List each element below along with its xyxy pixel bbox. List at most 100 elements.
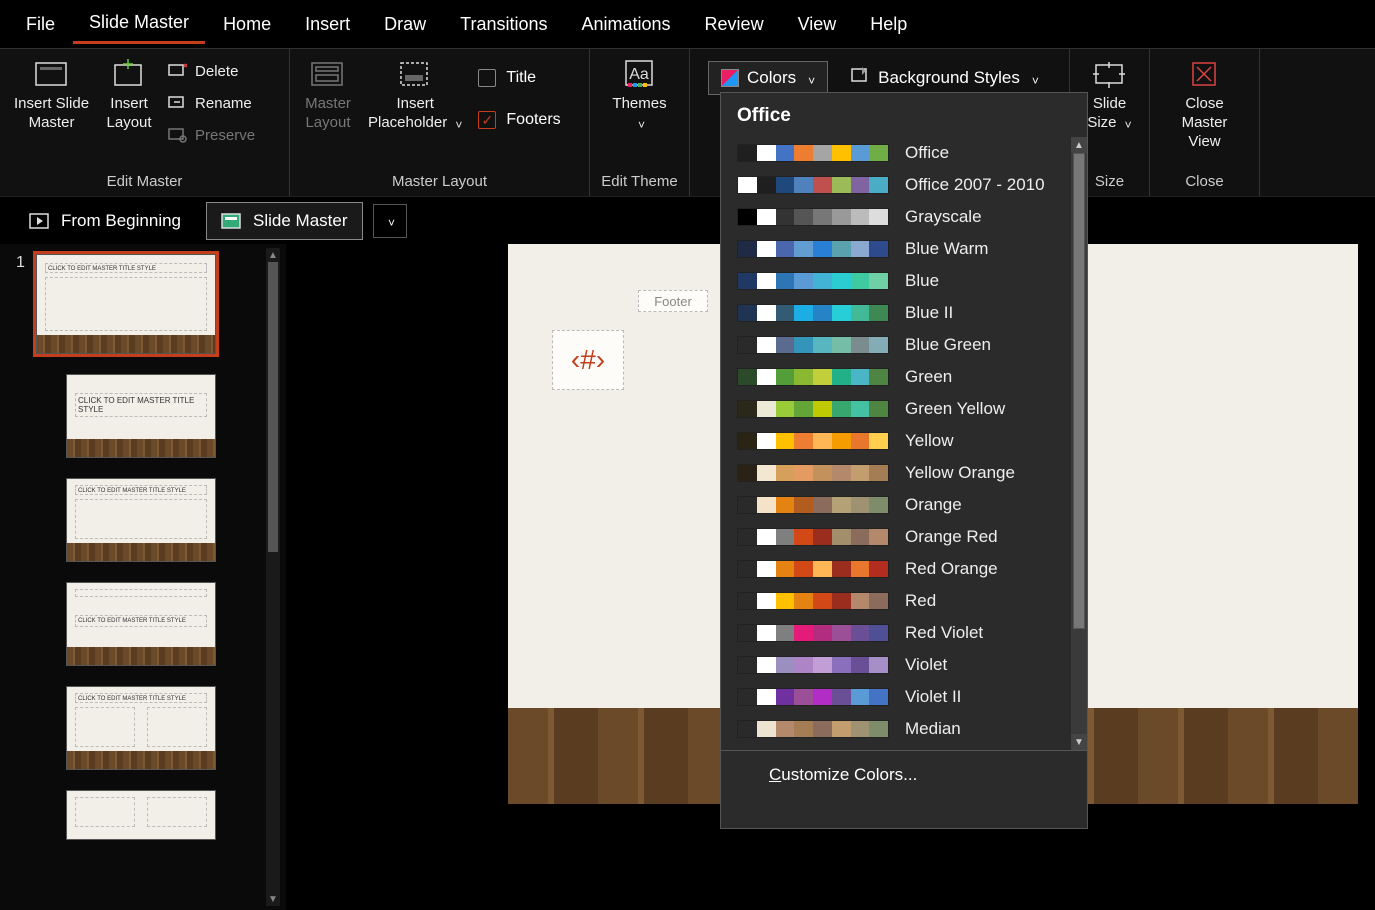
chevron-down-icon: [384, 212, 395, 230]
color-theme-label: Blue Green: [905, 335, 991, 355]
color-theme-label: Red Orange: [905, 559, 998, 579]
color-theme-orange-red[interactable]: Orange Red: [721, 521, 1087, 553]
menu-slide-master[interactable]: Slide Master: [73, 4, 205, 44]
color-theme-violet[interactable]: Violet: [721, 649, 1087, 681]
master-index: 1: [16, 254, 28, 272]
color-swatch-strip: [737, 144, 889, 162]
dropdown-header: Office: [721, 93, 1087, 137]
delete-icon: [167, 61, 187, 81]
menu-insert[interactable]: Insert: [289, 6, 366, 43]
scrollbar-thumb[interactable]: [1073, 153, 1085, 629]
rename-icon: [167, 93, 187, 113]
color-theme-label: Violet II: [905, 687, 961, 707]
color-theme-yellow-orange[interactable]: Yellow Orange: [721, 457, 1087, 489]
color-theme-label: Blue II: [905, 303, 953, 323]
themes-button[interactable]: Aa Themes: [606, 53, 672, 137]
slide-master-view-button[interactable]: Slide Master: [206, 202, 362, 240]
color-theme-label: Blue Warm: [905, 239, 988, 259]
scrollbar-thumb[interactable]: [268, 262, 278, 552]
menu-draw[interactable]: Draw: [368, 6, 442, 43]
dropdown-scrollbar[interactable]: ▲ ▼: [1071, 137, 1087, 750]
menu-help[interactable]: Help: [854, 6, 923, 43]
slide-thumbnails-panel: 1 CLICK TO EDIT MASTER TITLE STYLE CLICK…: [0, 244, 286, 910]
color-swatch-strip: [737, 624, 889, 642]
color-theme-blue-warm[interactable]: Blue Warm: [721, 233, 1087, 265]
menu-home[interactable]: Home: [207, 6, 287, 43]
master-layout-icon: [308, 57, 348, 93]
group-label-close: Close: [1158, 169, 1251, 194]
color-theme-grayscale[interactable]: Grayscale: [721, 201, 1087, 233]
color-theme-green[interactable]: Green: [721, 361, 1087, 393]
menu-view[interactable]: View: [782, 6, 853, 43]
color-theme-label: Green: [905, 367, 952, 387]
color-theme-orange[interactable]: Orange: [721, 489, 1087, 521]
color-swatch-strip: [737, 272, 889, 290]
color-theme-label: Red Violet: [905, 623, 983, 643]
customize-colors-button[interactable]: Customize Colors...: [721, 750, 1087, 825]
layout-thumbnail-3[interactable]: CLICK TO EDIT MASTER TITLE STYLE: [66, 582, 216, 666]
close-icon: [1185, 57, 1225, 93]
menu-file[interactable]: File: [10, 6, 71, 43]
insert-layout-button[interactable]: Insert Layout: [99, 53, 159, 137]
close-master-view-button[interactable]: Close Master View: [1158, 53, 1251, 155]
svg-text:Aa: Aa: [629, 66, 649, 83]
color-theme-label: Red: [905, 591, 936, 611]
group-master-layout: Master Layout Insert Placeholder Title F…: [290, 49, 590, 196]
color-theme-label: Yellow Orange: [905, 463, 1015, 483]
color-theme-median[interactable]: Median: [721, 713, 1087, 745]
from-beginning-button[interactable]: From Beginning: [14, 202, 196, 240]
color-theme-office-2007-2010[interactable]: Office 2007 - 2010: [721, 169, 1087, 201]
layout-thumbnail-2[interactable]: CLICK TO EDIT MASTER TITLE STYLE: [66, 478, 216, 562]
color-theme-green-yellow[interactable]: Green Yellow: [721, 393, 1087, 425]
color-theme-violet-ii[interactable]: Violet II: [721, 681, 1087, 713]
insert-placeholder-button[interactable]: Insert Placeholder: [362, 53, 468, 137]
toolbar-more-button[interactable]: [373, 204, 407, 238]
color-theme-blue[interactable]: Blue: [721, 265, 1087, 297]
layout-thumbnail-4[interactable]: CLICK TO EDIT MASTER TITLE STYLE: [66, 686, 216, 770]
background-styles-button[interactable]: Background Styles: [842, 59, 1047, 96]
master-thumbnail[interactable]: CLICK TO EDIT MASTER TITLE STYLE: [36, 254, 216, 354]
thumbnails-scrollbar[interactable]: ▲ ▼: [266, 248, 280, 906]
color-theme-blue-green[interactable]: Blue Green: [721, 329, 1087, 361]
preserve-button[interactable]: Preserve: [163, 123, 259, 147]
color-swatch-strip: [737, 304, 889, 322]
slide-size-icon: [1090, 57, 1130, 93]
color-swatch-strip: [737, 464, 889, 482]
color-theme-yellow[interactable]: Yellow: [721, 425, 1087, 457]
color-swatch-strip: [737, 560, 889, 578]
color-swatch-strip: [737, 336, 889, 354]
delete-button[interactable]: Delete: [163, 59, 259, 83]
title-checkbox[interactable]: Title: [472, 59, 566, 97]
slide-size-button[interactable]: Slide Size: [1080, 53, 1140, 137]
colors-button[interactable]: Colors: [708, 61, 828, 95]
color-swatch-strip: [737, 432, 889, 450]
color-theme-office[interactable]: Office: [721, 137, 1087, 169]
color-swatch-strip: [737, 400, 889, 418]
scroll-up-icon[interactable]: ▲: [266, 248, 280, 262]
scroll-up-icon[interactable]: ▲: [1071, 137, 1087, 153]
color-theme-red-violet[interactable]: Red Violet: [721, 617, 1087, 649]
color-theme-label: Office: [905, 143, 949, 163]
slide-number-placeholder[interactable]: ‹#›: [552, 330, 624, 390]
master-layout-button[interactable]: Master Layout: [298, 53, 358, 137]
color-theme-red[interactable]: Red: [721, 585, 1087, 617]
menu-animations[interactable]: Animations: [566, 6, 687, 43]
color-theme-red-orange[interactable]: Red Orange: [721, 553, 1087, 585]
menu-review[interactable]: Review: [689, 6, 780, 43]
footers-checkbox[interactable]: Footers: [472, 101, 566, 139]
color-theme-blue-ii[interactable]: Blue II: [721, 297, 1087, 329]
themes-icon: Aa: [620, 57, 660, 93]
layout-thumbnail-1[interactable]: CLICK TO EDIT MASTER TITLE STYLE: [66, 374, 216, 458]
group-edit-theme: Aa Themes Edit Theme: [590, 49, 690, 196]
group-label-edit-master: Edit Master: [8, 169, 281, 194]
scroll-down-icon[interactable]: ▼: [1071, 734, 1087, 750]
menu-transitions[interactable]: Transitions: [444, 6, 563, 43]
play-icon: [29, 212, 51, 230]
slide-master-icon: [32, 57, 72, 93]
scroll-down-icon[interactable]: ▼: [266, 892, 280, 906]
layout-thumbnail-5[interactable]: [66, 790, 216, 840]
footer-placeholder[interactable]: Footer: [638, 290, 708, 312]
insert-slide-master-button[interactable]: Insert Slide Master: [8, 53, 95, 137]
color-swatch-strip: [737, 208, 889, 226]
rename-button[interactable]: Rename: [163, 91, 259, 115]
